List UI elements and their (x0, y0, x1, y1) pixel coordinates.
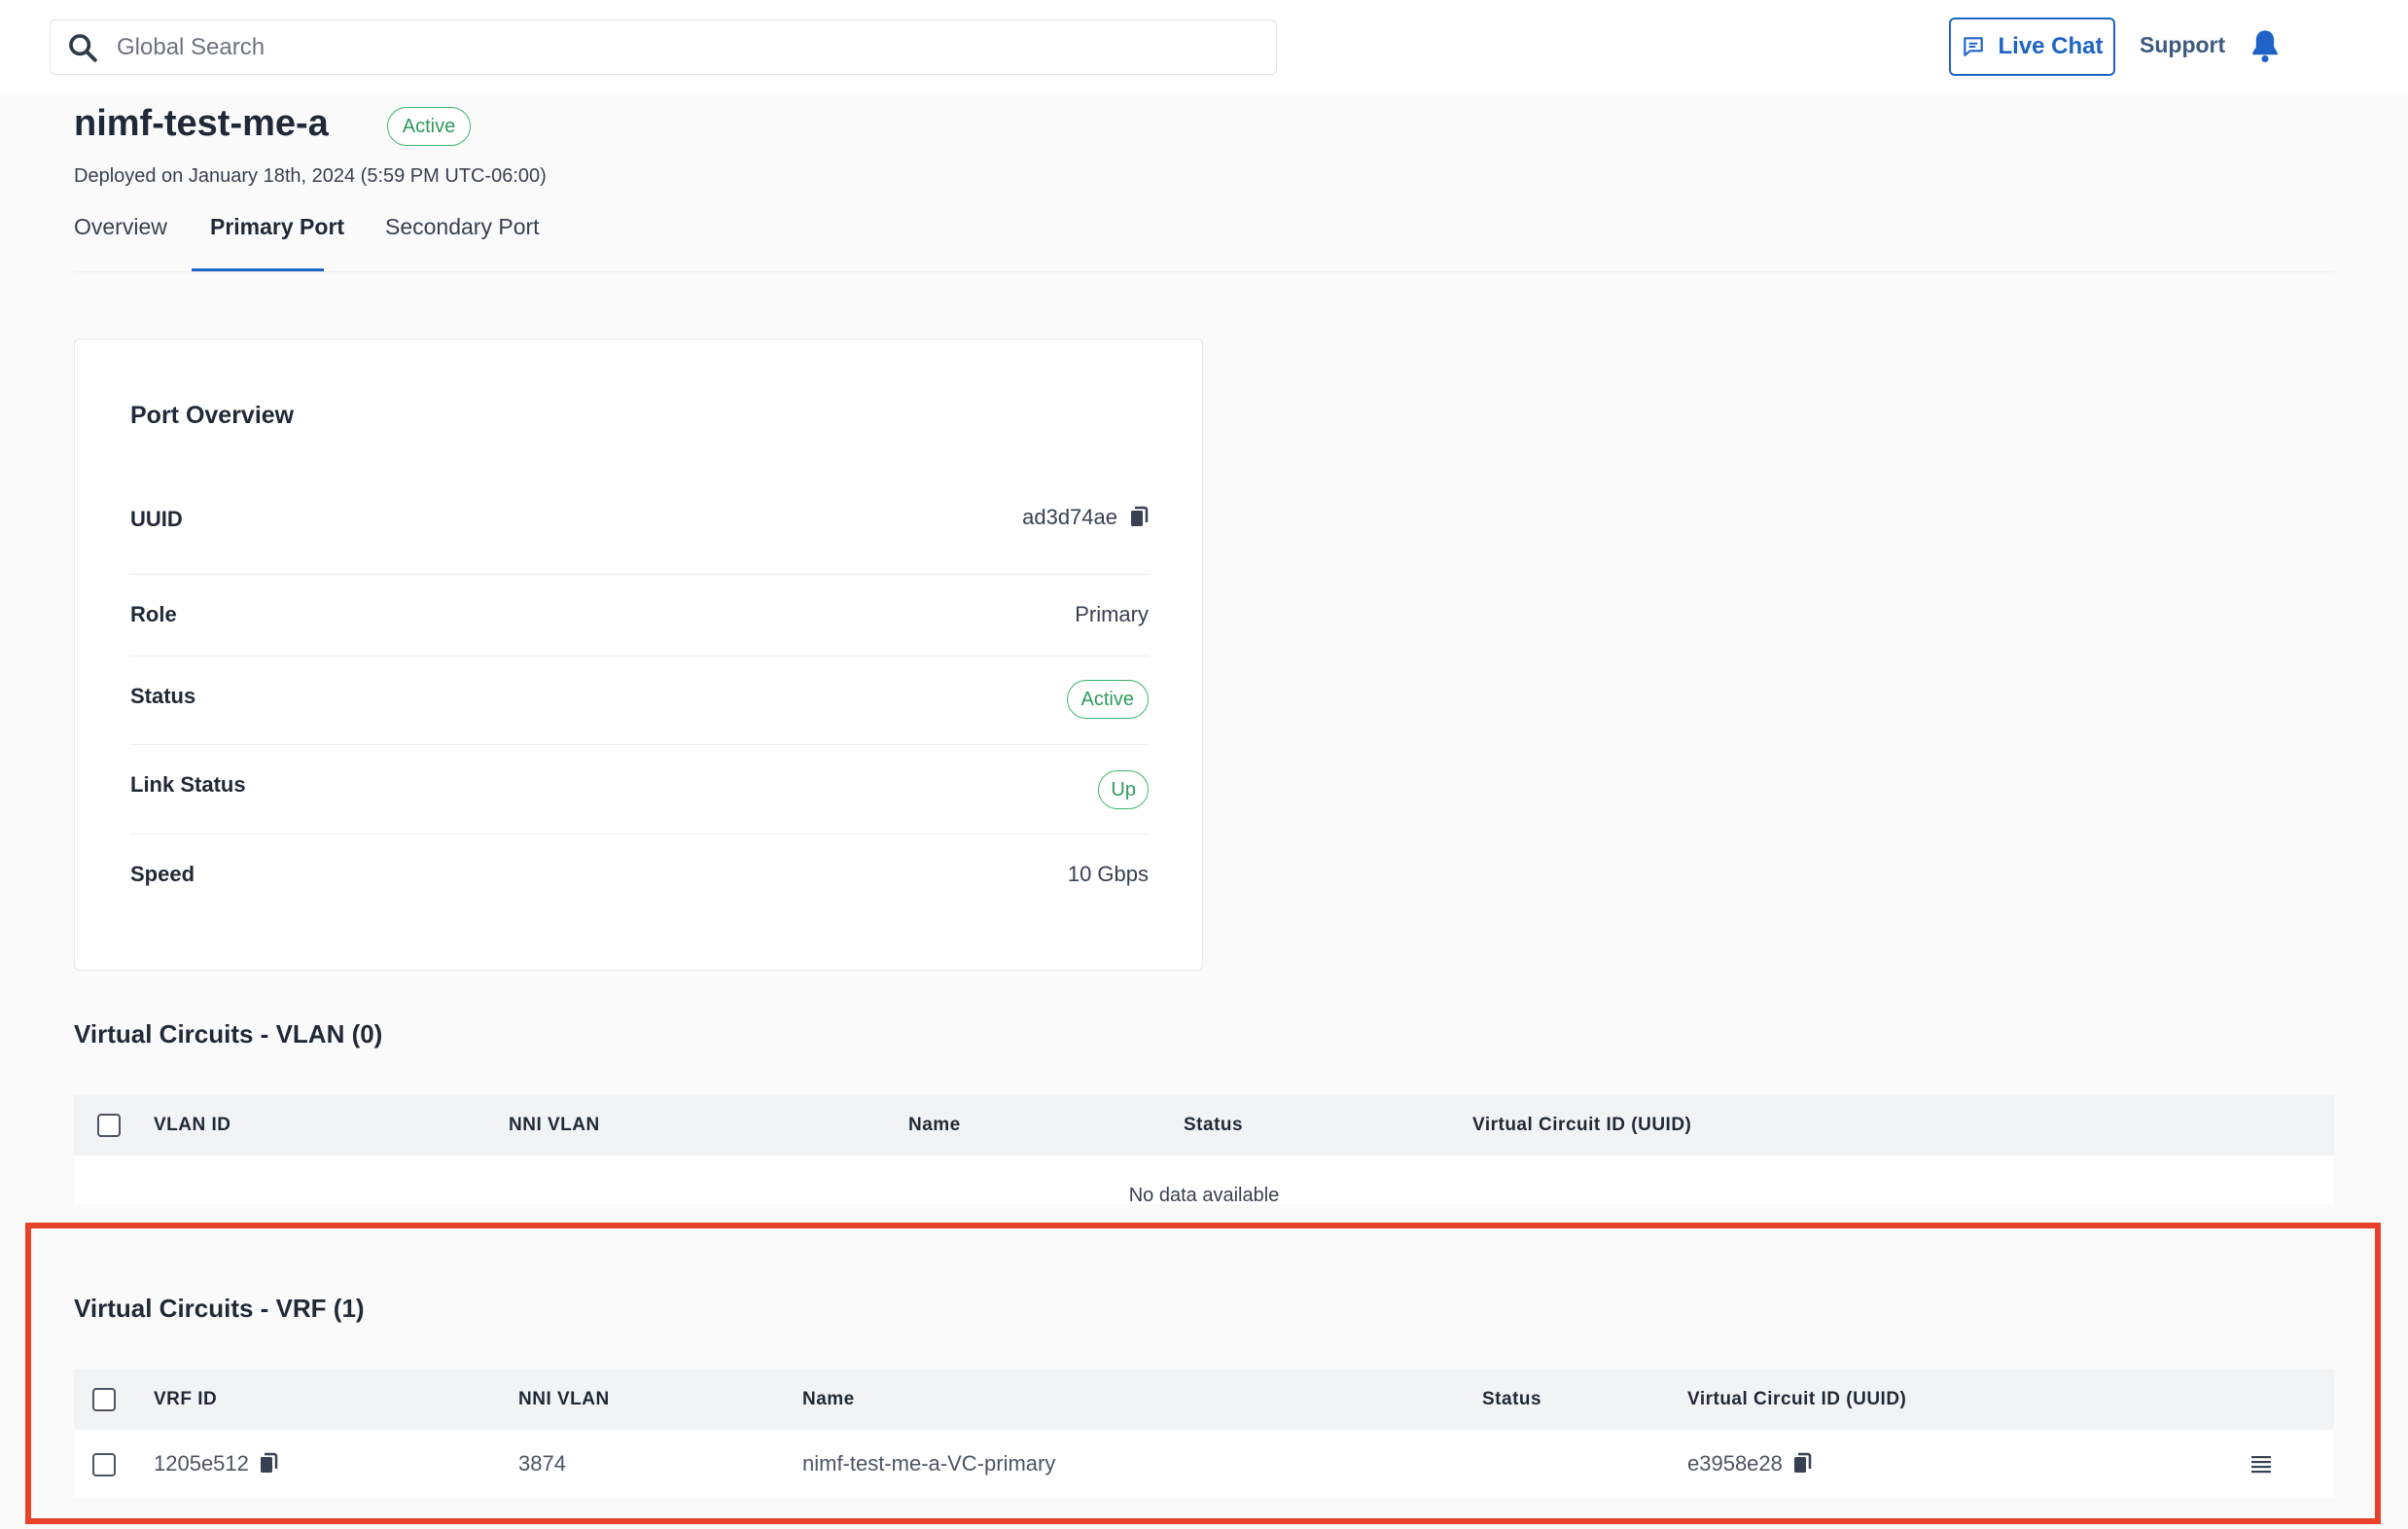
vlan-table-header: VLAN ID NNI VLAN Name Status Virtual Cir… (74, 1095, 2334, 1156)
highlight-box (25, 1223, 2381, 1524)
live-chat-label: Live Chat (1998, 33, 2104, 59)
chat-icon (1964, 37, 1984, 56)
card-title: Port Overview (130, 402, 295, 429)
port-overview-card: Port Overview UUID ad3d74ae Role Primary… (74, 338, 1203, 971)
status-value-group: Active (1066, 680, 1149, 719)
col-status[interactable]: Status (1184, 1115, 1243, 1136)
uuid-value: ad3d74ae (1022, 505, 1117, 529)
speed-value: 10 Gbps (1067, 862, 1149, 886)
tab-overview[interactable]: Overview (74, 214, 167, 240)
top-bar: Live Chat Support (0, 0, 2408, 95)
active-tab-indicator (192, 268, 324, 271)
link-status-row: Link Status Up (130, 745, 1149, 835)
deployed-date: Deployed on January 18th, 2024 (5:59 PM … (74, 165, 547, 187)
role-value: Primary (1075, 602, 1149, 626)
role-row: Role Primary (130, 575, 1149, 657)
col-nni-vlan[interactable]: NNI VLAN (509, 1115, 600, 1136)
speed-label: Speed (130, 862, 195, 886)
link-status-label: Link Status (130, 772, 246, 797)
col-vc-id[interactable]: Virtual Circuit ID (UUID) (1472, 1115, 1691, 1136)
live-chat-button[interactable]: Live Chat (1949, 18, 2115, 76)
tab-secondary-port[interactable]: Secondary Port (385, 214, 540, 240)
uuid-row: UUID ad3d74ae (130, 493, 1149, 575)
bell-icon[interactable] (2249, 27, 2282, 64)
empty-state: No data available (74, 1156, 2334, 1206)
speed-row: Speed 10 Gbps (130, 835, 1149, 916)
support-link[interactable]: Support (2140, 32, 2225, 58)
status-label: Status (130, 684, 196, 708)
search-input[interactable] (117, 33, 1186, 61)
uuid-value-group: ad3d74ae (1022, 505, 1149, 530)
page-title: nimf-test-me-a (74, 103, 329, 144)
status-badge: Active (387, 107, 471, 146)
search-icon (69, 33, 97, 62)
col-name[interactable]: Name (908, 1115, 961, 1136)
uuid-label: UUID (130, 507, 183, 531)
col-vlan-id[interactable]: VLAN ID (154, 1115, 231, 1136)
status-row: Status Active (130, 657, 1149, 745)
select-all-checkbox[interactable] (97, 1114, 121, 1137)
copy-icon[interactable] (1129, 506, 1149, 529)
link-status-badge: Up (1098, 770, 1149, 809)
tab-primary-port[interactable]: Primary Port (210, 214, 344, 240)
tab-bar: Overview Primary Port Secondary Port (74, 212, 2334, 272)
global-search[interactable] (50, 19, 1277, 75)
status-badge-active: Active (1066, 680, 1149, 719)
link-status-value-group: Up (1098, 770, 1149, 809)
role-label: Role (130, 602, 177, 626)
vlan-section-title: Virtual Circuits - VLAN (0) (74, 1019, 383, 1049)
